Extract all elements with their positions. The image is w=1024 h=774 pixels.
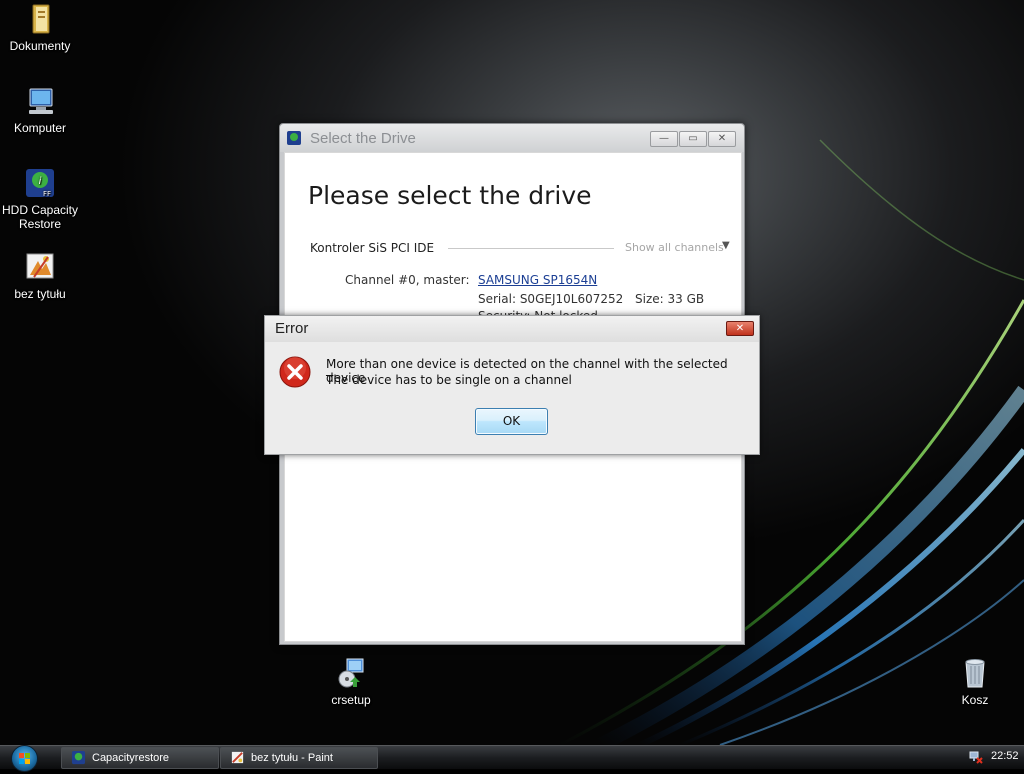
desktop-icon-crsetup[interactable]: crsetup (311, 657, 391, 707)
taskbar-item-paint[interactable]: bez tytułu - Paint (220, 747, 378, 769)
desktop-icon-dokumenty[interactable]: Dokumenty (0, 3, 80, 53)
hdd-capacity-restore-icon: i FF (24, 167, 56, 199)
desktop-icon-hdd-capacity-restore[interactable]: i FF HDD Capacity Restore (0, 167, 80, 231)
capacityrestore-app-icon (286, 130, 302, 146)
close-icon: ✕ (717, 133, 727, 144)
desktop-icon-bez-tytulu[interactable]: bez tytułu (0, 251, 80, 301)
desktop-icon-label: Dokumenty (9, 39, 71, 53)
taskbar: Capacityrestore bez tytułu - Paint 22:52 (0, 745, 1024, 772)
channel-label: Channel #0, master: (345, 273, 470, 287)
taskbar-item-label: bez tytułu - Paint (251, 752, 333, 764)
maximize-icon: ▭ (688, 133, 698, 144)
dialog-titlebar[interactable]: Error ✕ (265, 316, 759, 342)
desktop-icon-label: Komputer (13, 121, 67, 135)
dialog-title: Error (275, 320, 309, 337)
dialog-close-button[interactable]: ✕ (726, 321, 754, 336)
clock[interactable]: 22:52 (991, 750, 1019, 762)
window-titlebar[interactable]: Select the Drive — ▭ ✕ (280, 124, 744, 152)
error-icon (279, 356, 311, 388)
drive-link[interactable]: SAMSUNG SP1654N (478, 273, 597, 287)
divider (448, 248, 614, 249)
controller-label: Kontroler SiS PCI IDE (310, 241, 435, 255)
show-all-channels-link[interactable]: Show all channels (625, 241, 724, 254)
svg-text:i: i (39, 176, 42, 187)
drive-size: Size: 33 GB (635, 292, 705, 306)
taskbar-item-label: Capacityrestore (92, 752, 170, 764)
computer-icon (24, 85, 56, 117)
desktop-icon-label-line2: Restore (18, 217, 62, 231)
maximize-button[interactable]: ▭ (679, 131, 707, 147)
desktop: Dokumenty Komputer i FF HDD Capacity Rest… (0, 0, 1024, 745)
taskbar-item-capacityrestore[interactable]: Capacityrestore (61, 747, 219, 769)
desktop-icon-label-line1: HDD Capacity (1, 203, 79, 217)
desktop-icon-komputer[interactable]: Komputer (0, 85, 80, 135)
page-title: Please select the drive (308, 181, 592, 210)
error-dialog: Error ✕ More than one device is detected… (264, 315, 760, 455)
minimize-icon: — (659, 133, 669, 144)
desktop-icon-label: Kosz (961, 693, 989, 707)
paint-image-icon (24, 251, 56, 283)
minimize-button[interactable]: — (650, 131, 678, 147)
windows-logo-icon (19, 753, 30, 764)
recycle-bin-icon (959, 657, 991, 689)
network-disconnected-icon[interactable] (969, 750, 983, 764)
ok-button[interactable]: OK (475, 408, 548, 435)
close-button[interactable]: ✕ (708, 131, 736, 147)
folder-documents-icon (24, 3, 56, 35)
desktop-icon-label: crsetup (331, 693, 371, 707)
capacityrestore-app-icon (71, 750, 86, 765)
window-title: Select the Drive (310, 130, 416, 147)
chevron-down-icon[interactable]: ▼ (722, 240, 730, 251)
paint-app-icon (230, 750, 245, 765)
error-message-line2: The device has to be single on a channel (326, 373, 572, 387)
close-icon: ✕ (735, 323, 745, 334)
desktop-icon-kosz[interactable]: Kosz (935, 657, 1015, 707)
installer-icon (335, 657, 367, 689)
drive-serial: Serial: S0GEJ10L607252 (478, 292, 624, 306)
desktop-icon-label: bez tytułu (14, 287, 66, 301)
svg-text:FF: FF (43, 190, 51, 198)
